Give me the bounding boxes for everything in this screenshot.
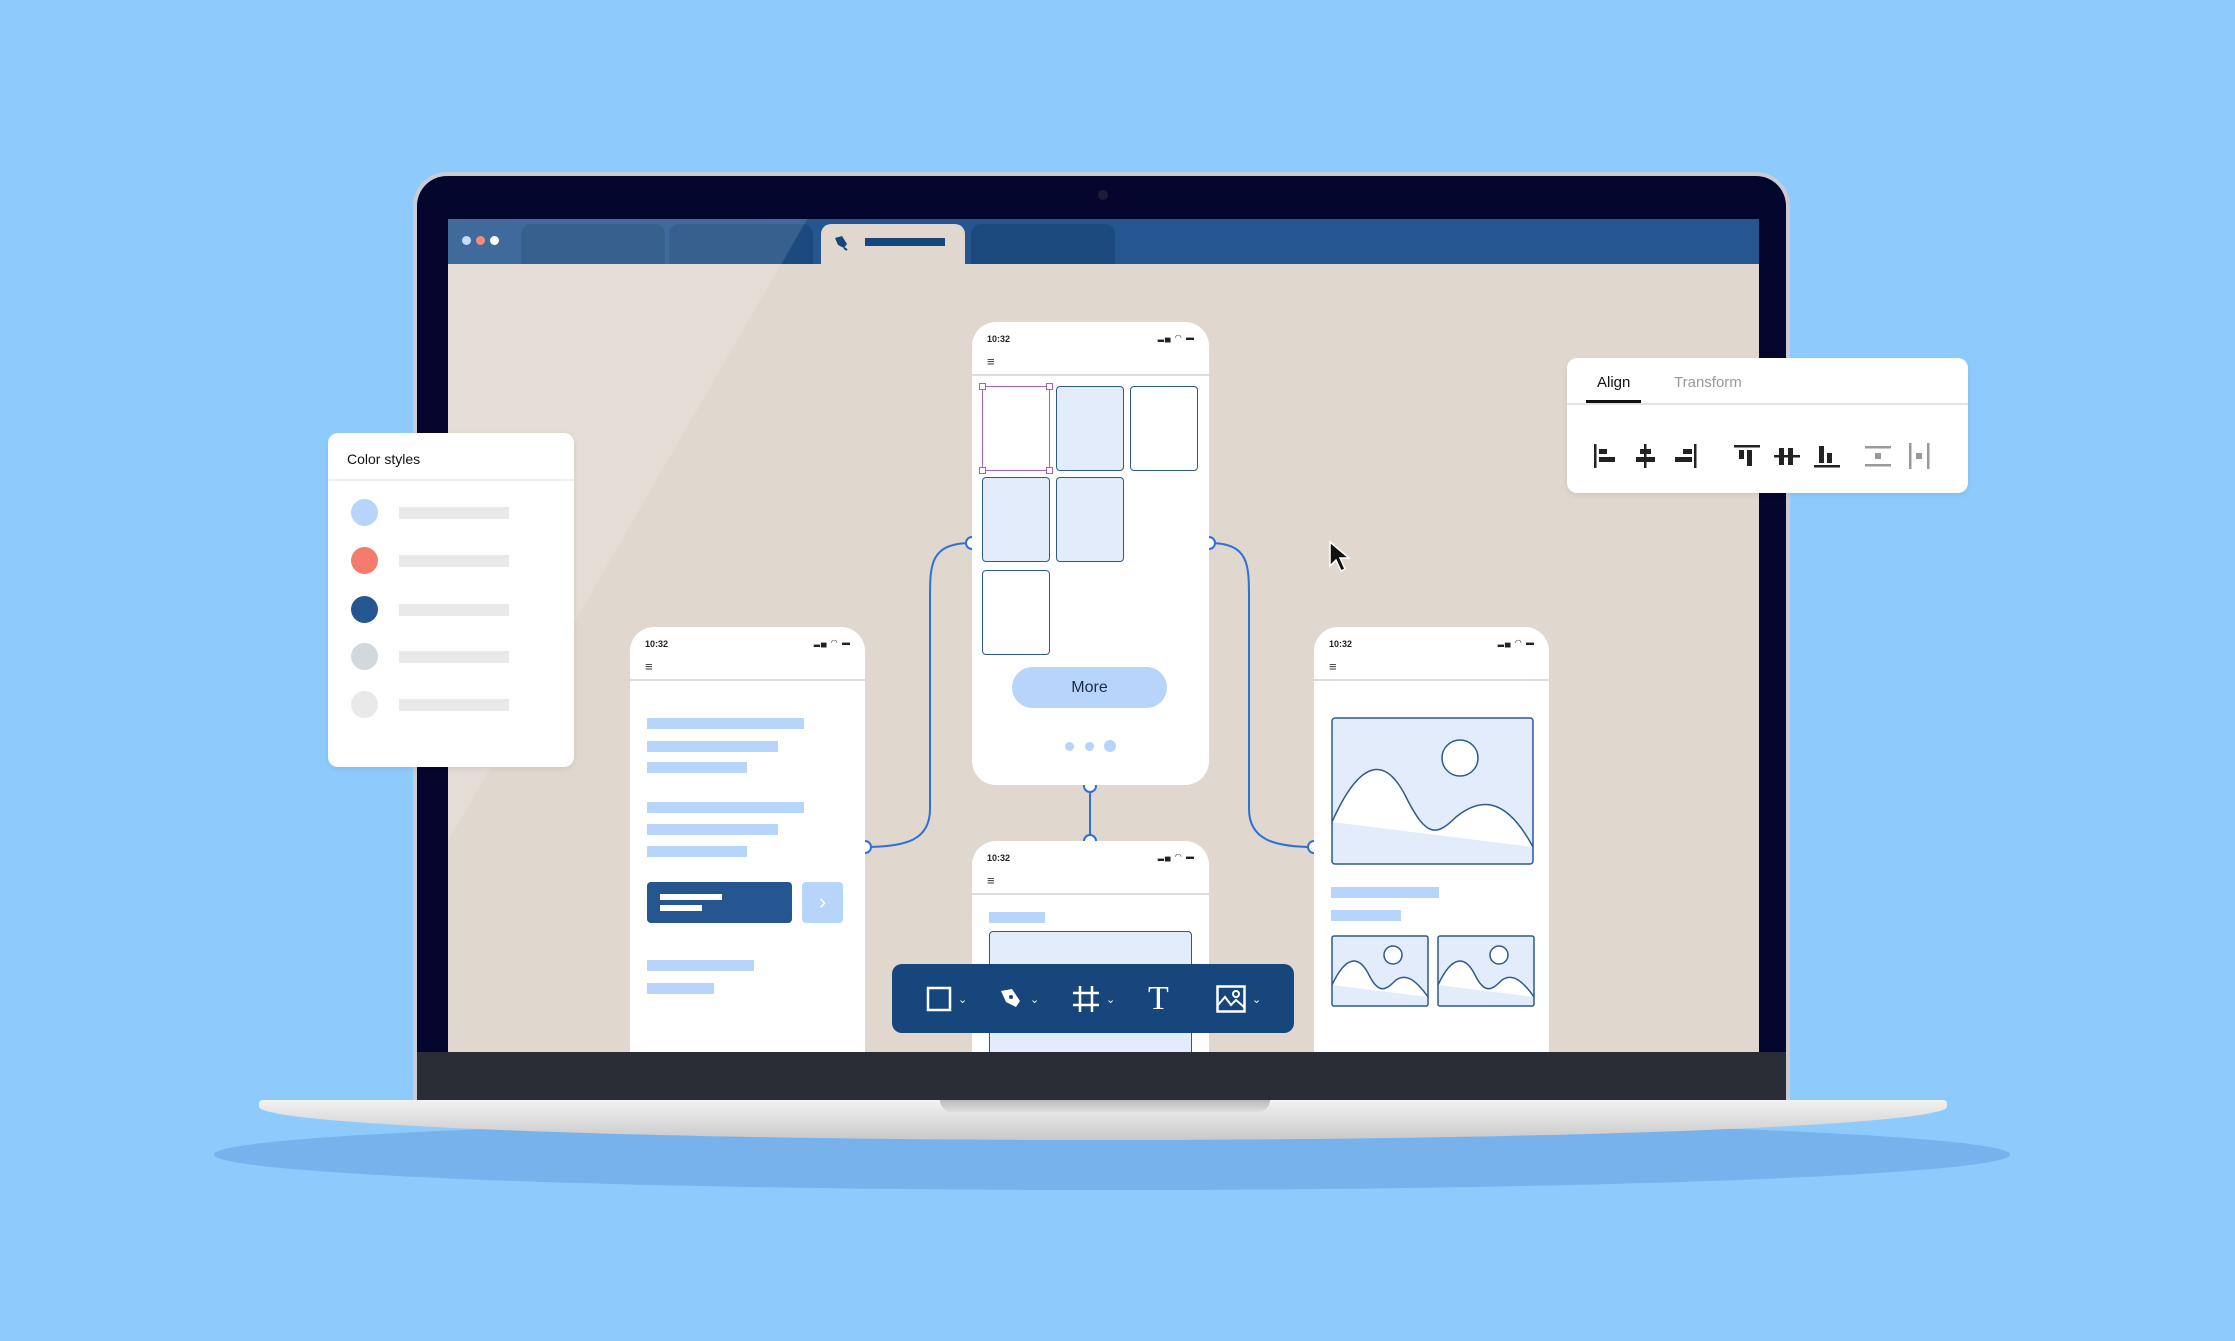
align-top-icon[interactable] bbox=[1731, 440, 1763, 472]
distribute-horizontal-icon[interactable] bbox=[1903, 440, 1935, 472]
image-tool[interactable]: ⌄ bbox=[1216, 980, 1261, 1018]
app-window: 10:32 ▂▄ ◠ ▬ ≡ More 10:32 ▂▄ ◠ ▬ ≡ › 10:… bbox=[448, 219, 1759, 1052]
pen-tool[interactable]: ⌄ bbox=[998, 980, 1039, 1018]
chevron-right-icon[interactable]: › bbox=[802, 882, 843, 923]
distribute-vertical-icon[interactable] bbox=[1862, 440, 1894, 472]
color-name-placeholder bbox=[399, 699, 509, 711]
align-center-vertical-icon[interactable] bbox=[1771, 440, 1803, 472]
align-panel: Align Transform bbox=[1567, 358, 1968, 493]
laptop-notch bbox=[940, 1100, 1270, 1112]
mouse-cursor-icon bbox=[1329, 540, 1352, 573]
rectangle-icon bbox=[926, 986, 952, 1012]
color-swatch-gray[interactable] bbox=[351, 643, 378, 670]
text-placeholder bbox=[647, 824, 778, 835]
text-placeholder bbox=[647, 762, 747, 773]
page-dot[interactable] bbox=[1065, 742, 1074, 751]
chevron-down-icon[interactable]: ⌄ bbox=[1030, 993, 1039, 1006]
divider bbox=[972, 374, 1209, 376]
phone-frame-media[interactable]: 10:32 ▂▄ ◠ ▬ ≡ bbox=[1314, 627, 1549, 1052]
status-time: 10:32 bbox=[987, 334, 1011, 344]
text-tool[interactable]: T bbox=[1148, 980, 1169, 1018]
color-swatch-light-blue[interactable] bbox=[351, 499, 378, 526]
color-styles-panel: Color styles bbox=[328, 433, 574, 767]
text-placeholder bbox=[989, 912, 1045, 923]
hamburger-menu-icon[interactable]: ≡ bbox=[645, 660, 653, 673]
pen-tool-icon bbox=[1001, 989, 1020, 1007]
color-name-placeholder bbox=[399, 651, 509, 663]
laptop-chin bbox=[417, 1052, 1786, 1100]
status-time: 10:32 bbox=[1329, 639, 1353, 649]
grid-cell-selected[interactable] bbox=[979, 383, 1053, 474]
grid-cell[interactable] bbox=[982, 477, 1050, 562]
primary-button[interactable] bbox=[647, 882, 792, 923]
more-button[interactable]: More bbox=[1012, 667, 1167, 708]
phone-frame-gallery[interactable]: 10:32 ▂▄ ◠ ▬ ≡ More bbox=[972, 322, 1209, 785]
text-placeholder bbox=[647, 802, 804, 813]
text-placeholder bbox=[647, 983, 714, 994]
hamburger-menu-icon[interactable]: ≡ bbox=[1329, 660, 1337, 673]
status-icons: ▂▄ ◠ ▬ bbox=[1157, 852, 1195, 861]
text-placeholder bbox=[647, 741, 778, 752]
align-left-icon[interactable] bbox=[1589, 440, 1621, 472]
chevron-down-icon[interactable]: ⌄ bbox=[1252, 993, 1261, 1006]
color-swatch-navy[interactable] bbox=[351, 596, 378, 623]
design-toolbar: ⌄ ⌄ ⌄ T ⌄ bbox=[892, 964, 1294, 1033]
rectangle-tool[interactable]: ⌄ bbox=[926, 980, 967, 1018]
align-center-horizontal-icon[interactable] bbox=[1629, 440, 1661, 472]
status-icons: ▂▄ ◠ ▬ bbox=[1497, 638, 1535, 647]
color-name-placeholder bbox=[399, 507, 509, 519]
status-time: 10:32 bbox=[645, 639, 669, 649]
hamburger-menu-icon[interactable]: ≡ bbox=[987, 874, 995, 887]
thumbnail-image-icon bbox=[1437, 935, 1535, 1007]
align-bottom-icon[interactable] bbox=[1811, 440, 1843, 472]
phone-frame-form[interactable]: 10:32 ▂▄ ◠ ▬ ≡ › bbox=[630, 627, 865, 1052]
connector-left bbox=[864, 542, 973, 848]
divider bbox=[328, 479, 574, 481]
grid-cell[interactable] bbox=[1130, 386, 1198, 471]
frame-tool[interactable]: ⌄ bbox=[1072, 980, 1115, 1018]
text-placeholder bbox=[647, 960, 754, 971]
grid-cell[interactable] bbox=[1056, 477, 1124, 562]
camera bbox=[1098, 190, 1108, 200]
panel-title: Color styles bbox=[347, 451, 421, 467]
tab-align[interactable]: Align bbox=[1597, 374, 1630, 391]
page-dot-active[interactable] bbox=[1104, 740, 1116, 752]
text-tool-icon: T bbox=[1148, 980, 1169, 1017]
status-icons: ▂▄ ◠ ▬ bbox=[1157, 333, 1195, 342]
connector-right bbox=[1208, 542, 1315, 848]
text-placeholder bbox=[647, 846, 747, 857]
text-placeholder bbox=[1331, 910, 1401, 921]
divider bbox=[972, 893, 1209, 895]
chevron-down-icon[interactable]: ⌄ bbox=[958, 993, 967, 1006]
divider bbox=[1314, 679, 1549, 681]
color-name-placeholder bbox=[399, 604, 509, 616]
image-placeholder-icon bbox=[1331, 717, 1534, 865]
hamburger-menu-icon[interactable]: ≡ bbox=[987, 355, 995, 368]
align-right-icon[interactable] bbox=[1670, 440, 1702, 472]
color-name-placeholder bbox=[399, 555, 509, 567]
grid-cell[interactable] bbox=[1056, 386, 1124, 471]
frame-icon bbox=[1073, 986, 1099, 1012]
chevron-down-icon[interactable]: ⌄ bbox=[1106, 993, 1115, 1006]
color-swatch-light-gray[interactable] bbox=[351, 691, 378, 718]
divider bbox=[1567, 403, 1968, 405]
divider bbox=[630, 679, 865, 681]
image-icon bbox=[1216, 985, 1246, 1013]
status-time: 10:32 bbox=[987, 853, 1011, 863]
page-dot[interactable] bbox=[1085, 742, 1094, 751]
text-placeholder bbox=[1331, 887, 1439, 898]
tab-transform[interactable]: Transform bbox=[1674, 374, 1742, 391]
text-placeholder bbox=[647, 718, 804, 729]
thumbnail-image-icon bbox=[1331, 935, 1429, 1007]
grid-cell[interactable] bbox=[982, 570, 1050, 655]
status-icons: ▂▄ ◠ ▬ bbox=[813, 638, 851, 647]
color-swatch-coral[interactable] bbox=[351, 547, 378, 574]
